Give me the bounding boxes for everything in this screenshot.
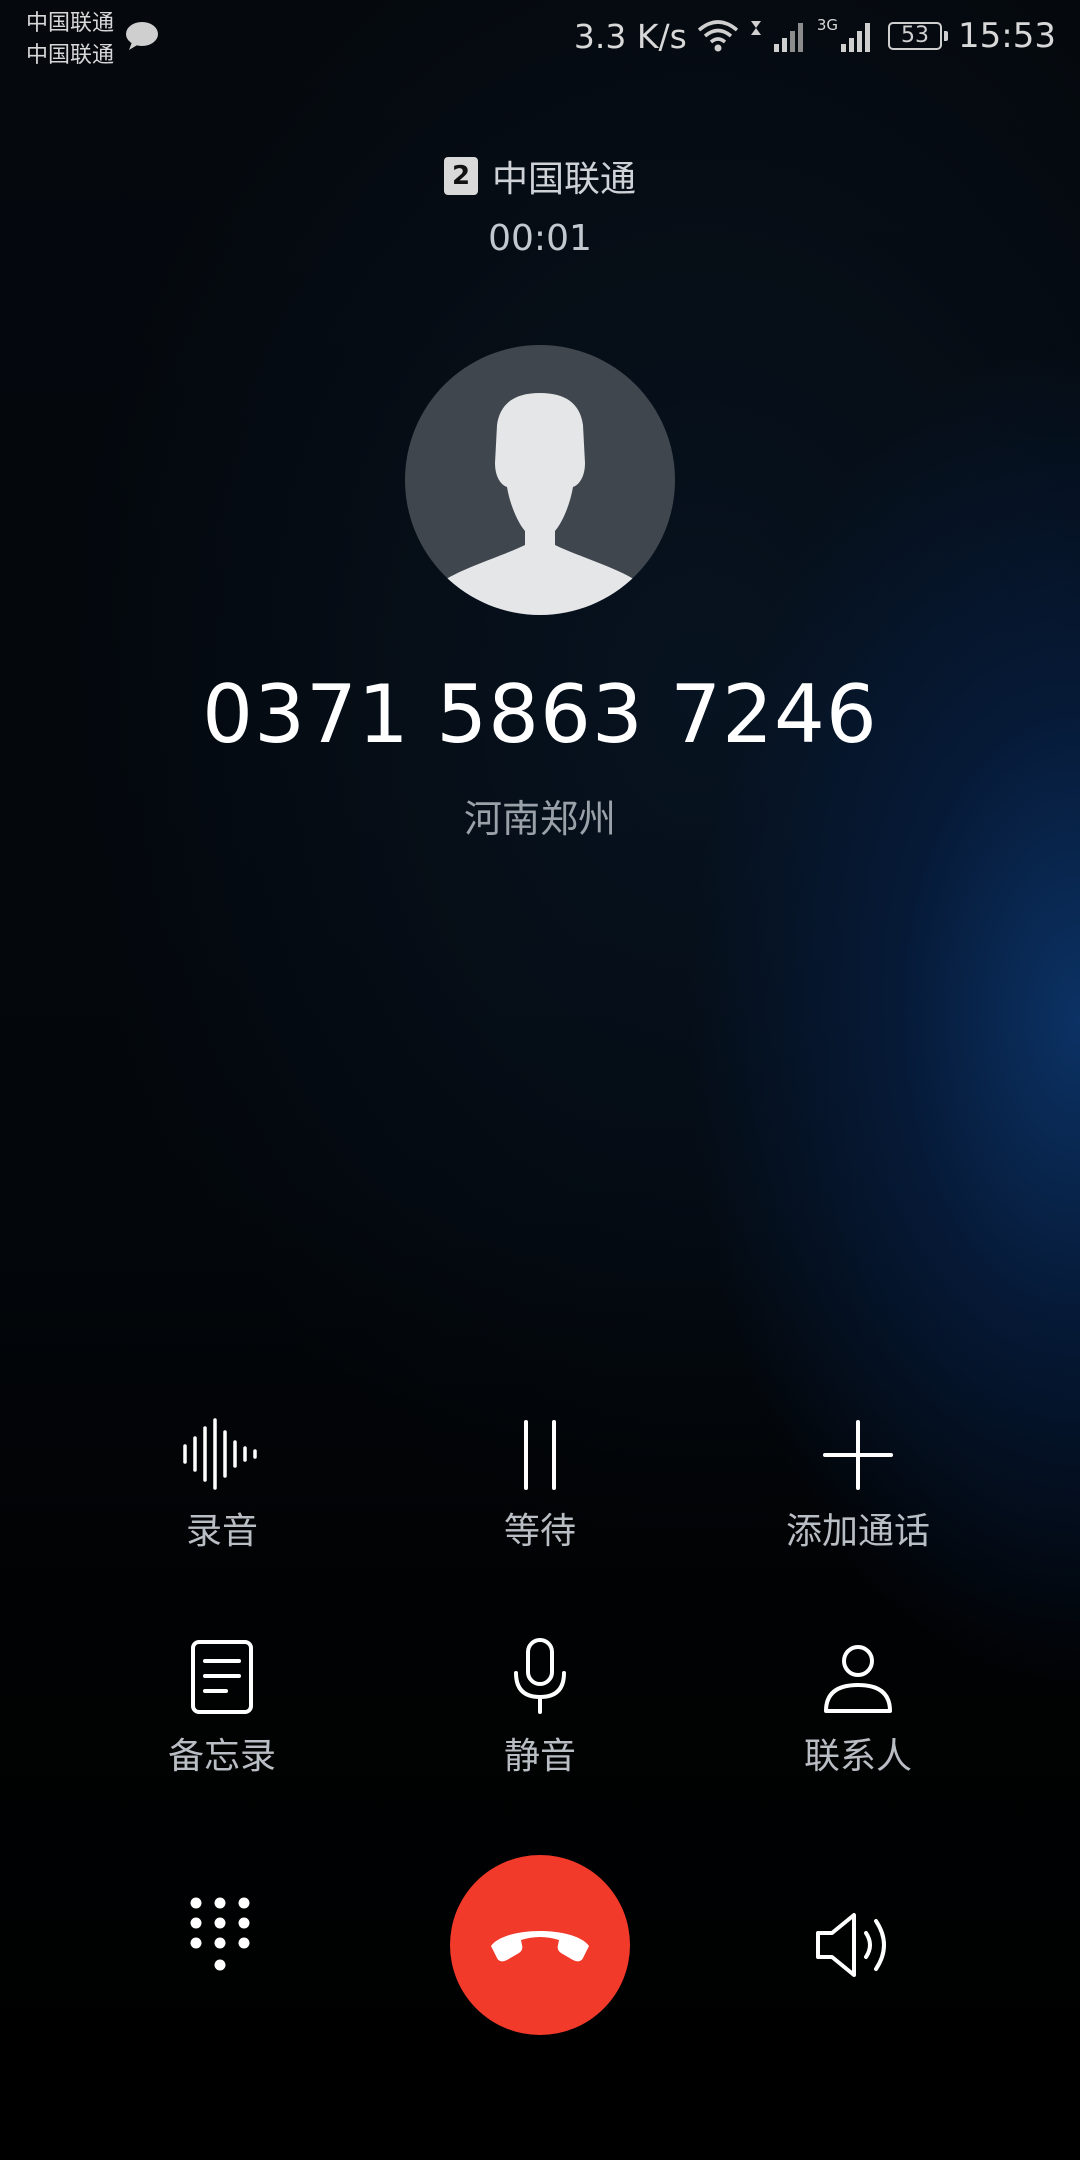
record-button[interactable]: 录音	[72, 1400, 372, 1554]
memo-button[interactable]: 备忘录	[72, 1625, 372, 1779]
battery-icon: 53	[888, 22, 949, 50]
dialpad-icon	[190, 1897, 250, 1971]
contacts-label: 联系人	[803, 1736, 912, 1777]
call-carrier-label: 中国联通	[491, 159, 636, 200]
sim-slot-badge: 2	[443, 157, 478, 195]
plus-icon	[823, 1420, 893, 1490]
carrier-1-label: 中国联通	[26, 11, 115, 36]
add-call-button[interactable]: 添加通话	[708, 1400, 1008, 1554]
status-indicators: 3.3 K/s 3G 53 15:53	[564, 14, 1056, 58]
microphone-icon	[514, 1638, 566, 1714]
hold-label: 等待	[503, 1511, 576, 1552]
record-label: 录音	[185, 1511, 258, 1552]
message-notification-icon	[126, 22, 158, 50]
speaker-button[interactable]	[812, 1905, 902, 1985]
network-type-label: 3G	[816, 16, 839, 34]
sound-wave-icon	[183, 1418, 257, 1490]
in-call-screen: 中国联通 中国联通 3.3 K/s 3G 53 15:53 2 中国联通 00:…	[0, 0, 1080, 2160]
carrier-labels: 中国联通 中国联通	[26, 8, 114, 72]
status-time: 15:53	[958, 16, 1056, 56]
signal-strength-2-icon	[841, 23, 871, 52]
call-timer: 00:01	[488, 218, 592, 259]
caller-location: 河南郑州	[463, 797, 616, 841]
person-silhouette-icon	[443, 393, 637, 615]
mute-label: 静音	[503, 1736, 576, 1777]
wifi-icon	[697, 20, 738, 52]
sim-carrier-row: 2 中国联通	[0, 150, 1080, 202]
dialpad-button[interactable]	[180, 1895, 260, 1975]
hang-up-phone-icon	[491, 1931, 589, 1962]
end-call-button[interactable]	[450, 1855, 630, 2035]
contact-avatar	[405, 345, 675, 615]
status-bar: 中国联通 中国联通 3.3 K/s 3G 53 15:53	[0, 0, 1080, 80]
network-speed: 3.3 K/s	[573, 16, 687, 56]
contacts-button[interactable]: 联系人	[708, 1625, 1008, 1779]
signal-strength-icon	[773, 23, 803, 52]
memo-icon	[191, 1640, 253, 1714]
phone-number: 0371 5863 7246	[202, 668, 878, 761]
hourglass-icon	[750, 21, 761, 35]
add-call-label: 添加通话	[785, 1511, 930, 1552]
hold-button[interactable]: 等待	[390, 1400, 690, 1554]
mute-button[interactable]: 静音	[390, 1625, 690, 1779]
person-icon	[824, 1645, 892, 1713]
battery-level: 53	[901, 23, 930, 48]
carrier-2-label: 中国联通	[26, 43, 115, 68]
memo-label: 备忘录	[167, 1736, 276, 1777]
pause-icon	[524, 1420, 556, 1490]
speaker-icon	[816, 1913, 886, 1977]
